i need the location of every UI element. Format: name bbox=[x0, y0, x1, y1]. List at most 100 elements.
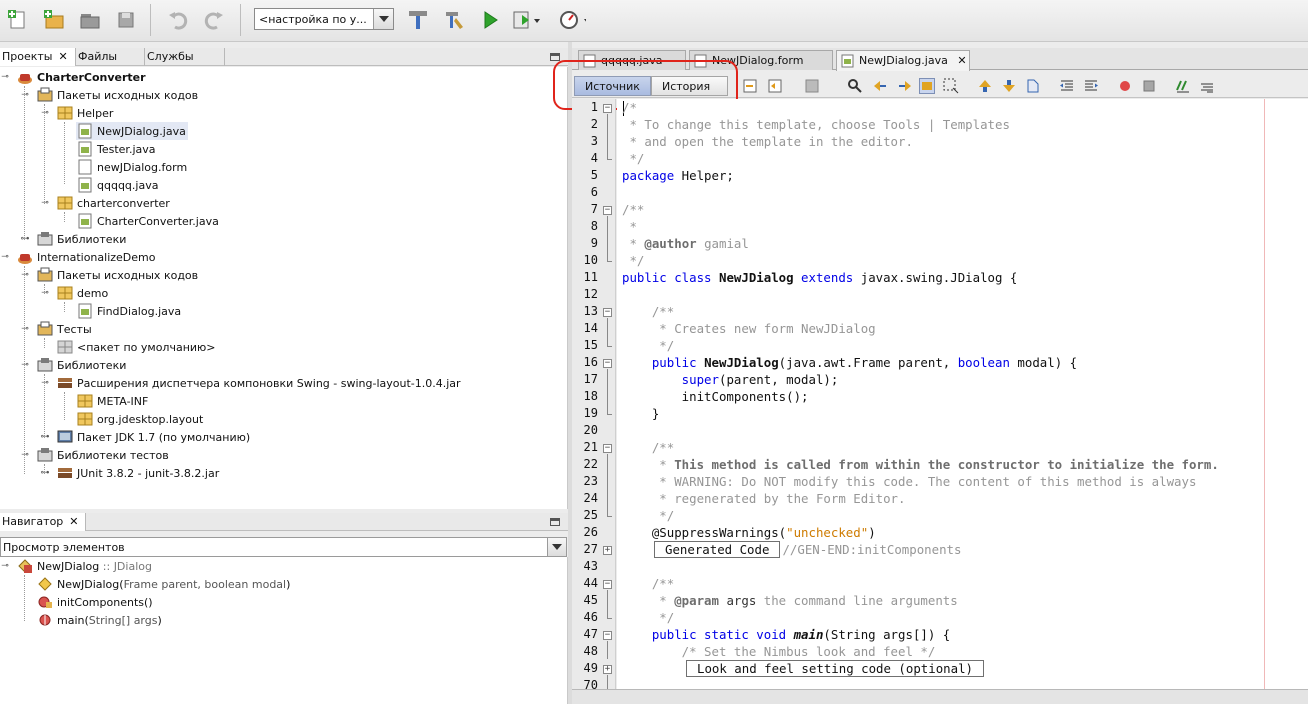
last-edit-icon[interactable] bbox=[742, 78, 758, 94]
tree-item-source-packages[interactable]: Пакеты исходных кодов bbox=[36, 266, 198, 284]
close-icon[interactable]: ✕ bbox=[69, 515, 78, 528]
start-macro-icon[interactable] bbox=[1117, 78, 1133, 94]
tree-item-tester-java[interactable]: Tester.java bbox=[76, 140, 156, 158]
debug-icon[interactable] bbox=[512, 6, 540, 34]
clean-build-icon[interactable] bbox=[440, 6, 468, 34]
tree-item-label: FindDialog.java bbox=[97, 304, 182, 318]
collapse-toggle[interactable]: ⊸ bbox=[40, 288, 50, 298]
next-bookmark-icon[interactable] bbox=[1001, 78, 1017, 94]
comment-icon[interactable] bbox=[1175, 78, 1191, 94]
tab-services[interactable]: Службы bbox=[145, 48, 225, 66]
run-icon[interactable] bbox=[476, 6, 504, 34]
fold-collapse-icon[interactable]: − bbox=[603, 308, 612, 317]
expand-toggle[interactable]: ⊶ bbox=[40, 432, 50, 442]
collapse-toggle[interactable]: ⊸ bbox=[40, 378, 50, 388]
fold-collapse-icon[interactable]: − bbox=[603, 104, 612, 113]
new-project-icon[interactable] bbox=[40, 6, 68, 34]
fold-expand-icon[interactable]: + bbox=[603, 546, 612, 555]
tree-item-package-charterconverter[interactable]: charterconverter bbox=[56, 194, 170, 212]
collapse-toggle[interactable]: ⊸ bbox=[40, 198, 50, 208]
save-all-icon[interactable] bbox=[112, 6, 140, 34]
tree-item-swing-layout-jar[interactable]: Расширения диспетчера компоновки Swing -… bbox=[56, 374, 461, 392]
uncomment-icon[interactable] bbox=[1199, 78, 1215, 94]
fold-collapse-icon[interactable]: − bbox=[603, 359, 612, 368]
undo-icon[interactable] bbox=[164, 6, 192, 34]
look-and-feel-fold[interactable]: Look and feel setting code (optional) bbox=[686, 660, 985, 677]
tree-item-finddialog-java[interactable]: FindDialog.java bbox=[76, 302, 181, 320]
collapse-toggle[interactable]: ⊸ bbox=[20, 450, 30, 460]
editor-tab-newjdialog[interactable]: NewJDialog.java ✕ bbox=[836, 50, 970, 71]
tree-item-newjdialog-java[interactable]: NewJDialog.java bbox=[76, 122, 188, 140]
profile-icon[interactable] bbox=[558, 6, 586, 34]
redo-icon[interactable] bbox=[200, 6, 228, 34]
generated-code-fold[interactable]: Generated Code bbox=[654, 541, 781, 558]
shift-left-icon[interactable] bbox=[1059, 78, 1075, 94]
stop-macro-icon[interactable] bbox=[1141, 78, 1157, 94]
minimize-icon[interactable] bbox=[550, 53, 560, 61]
collapse-toggle[interactable]: ⊸ bbox=[40, 108, 50, 118]
navigator-item-method[interactable]: main(String[] args) bbox=[36, 611, 162, 629]
collapse-toggle[interactable]: ⊸ bbox=[0, 252, 10, 262]
tab-files[interactable]: Файлы bbox=[76, 48, 145, 66]
select-icon[interactable] bbox=[943, 78, 959, 94]
tree-item-form-file[interactable]: newJDialog.form bbox=[76, 158, 187, 176]
tree-item-default-package[interactable]: <пакет по умолчанию> bbox=[56, 338, 216, 356]
config-combo[interactable]: <настройка по у... bbox=[254, 8, 394, 30]
tree-item-libraries[interactable]: Библиотеки bbox=[36, 356, 126, 374]
back-icon[interactable] bbox=[767, 78, 783, 94]
close-icon[interactable]: ✕ bbox=[59, 50, 68, 63]
open-project-icon[interactable] bbox=[76, 6, 104, 34]
tree-item-package-demo[interactable]: demo bbox=[56, 284, 108, 302]
tree-item-jdk[interactable]: Пакет JDK 1.7 (по умолчанию) bbox=[56, 428, 250, 446]
fold-collapse-icon[interactable]: − bbox=[603, 444, 612, 453]
new-file-icon[interactable] bbox=[4, 6, 32, 34]
find-icon[interactable] bbox=[847, 78, 863, 94]
fold-expand-icon[interactable]: + bbox=[603, 665, 612, 674]
tree-item-org-jdesktop-layout[interactable]: org.jdesktop.layout bbox=[76, 410, 203, 428]
tree-item-package-helper[interactable]: Helper bbox=[56, 104, 113, 122]
fold-collapse-icon[interactable]: − bbox=[603, 631, 612, 640]
forward-icon[interactable] bbox=[804, 78, 820, 94]
close-icon[interactable]: ✕ bbox=[957, 54, 966, 67]
find-next-icon[interactable] bbox=[897, 78, 913, 94]
toggle-bookmark-icon[interactable] bbox=[1025, 78, 1041, 94]
tree-item-project[interactable]: InternationalizeDemo bbox=[16, 248, 156, 266]
fold-collapse-icon[interactable]: − bbox=[603, 580, 612, 589]
build-icon[interactable] bbox=[404, 6, 432, 34]
chevron-down-icon[interactable] bbox=[373, 9, 393, 29]
line-number: 26 bbox=[583, 525, 598, 539]
library-folder-icon bbox=[36, 357, 54, 373]
tree-item-label: Tester.java bbox=[97, 142, 156, 156]
minimize-icon[interactable] bbox=[550, 518, 560, 526]
fold-collapse-icon[interactable]: − bbox=[603, 206, 612, 215]
tree-item-qqqqq-java[interactable]: qqqqq.java bbox=[76, 176, 158, 194]
tree-item-source-packages[interactable]: Пакеты исходных кодов bbox=[36, 86, 198, 104]
expand-toggle[interactable]: ⊶ bbox=[20, 234, 30, 244]
navigator-root[interactable]: NewJDialog :: JDialog bbox=[16, 557, 152, 575]
collapse-toggle[interactable]: ⊸ bbox=[0, 72, 10, 82]
navigator-item-method[interactable]: initComponents() bbox=[36, 593, 153, 611]
tree-item-label: demo bbox=[77, 286, 109, 300]
find-previous-icon[interactable] bbox=[872, 78, 888, 94]
navigator-view-combo[interactable]: Просмотр элементов bbox=[0, 537, 567, 557]
prev-bookmark-icon[interactable] bbox=[977, 78, 993, 94]
tree-item-charterconverter-java[interactable]: CharterConverter.java bbox=[76, 212, 219, 230]
tab-navigator[interactable]: Навигатор ✕ bbox=[0, 513, 86, 531]
navigator-item-constructor[interactable]: NewJDialog(Frame parent, boolean modal) bbox=[36, 575, 290, 593]
tree-item-project[interactable]: CharterConverter bbox=[16, 68, 146, 86]
collapse-toggle[interactable]: ⊸ bbox=[20, 324, 30, 334]
collapse-toggle[interactable]: ⊸ bbox=[20, 90, 30, 100]
collapse-toggle[interactable]: ⊸ bbox=[0, 561, 10, 571]
tree-item-junit-jar[interactable]: JUnit 3.8.2 - junit-3.8.2.jar bbox=[56, 464, 219, 482]
tree-item-test-libraries[interactable]: Библиотеки тестов bbox=[36, 446, 169, 464]
shift-right-icon[interactable] bbox=[1083, 78, 1099, 94]
highlight-icon[interactable] bbox=[919, 78, 935, 94]
expand-toggle[interactable]: ⊶ bbox=[40, 468, 50, 478]
tab-projects[interactable]: Проекты ✕ bbox=[0, 48, 76, 66]
collapse-toggle[interactable]: ⊸ bbox=[20, 270, 30, 280]
tree-item-tests[interactable]: Тесты bbox=[36, 320, 92, 338]
tree-item-meta-inf[interactable]: META-INF bbox=[76, 392, 148, 410]
tree-item-libraries[interactable]: Библиотеки bbox=[36, 230, 126, 248]
collapse-toggle[interactable]: ⊸ bbox=[20, 360, 30, 370]
chevron-down-icon[interactable] bbox=[547, 538, 566, 556]
